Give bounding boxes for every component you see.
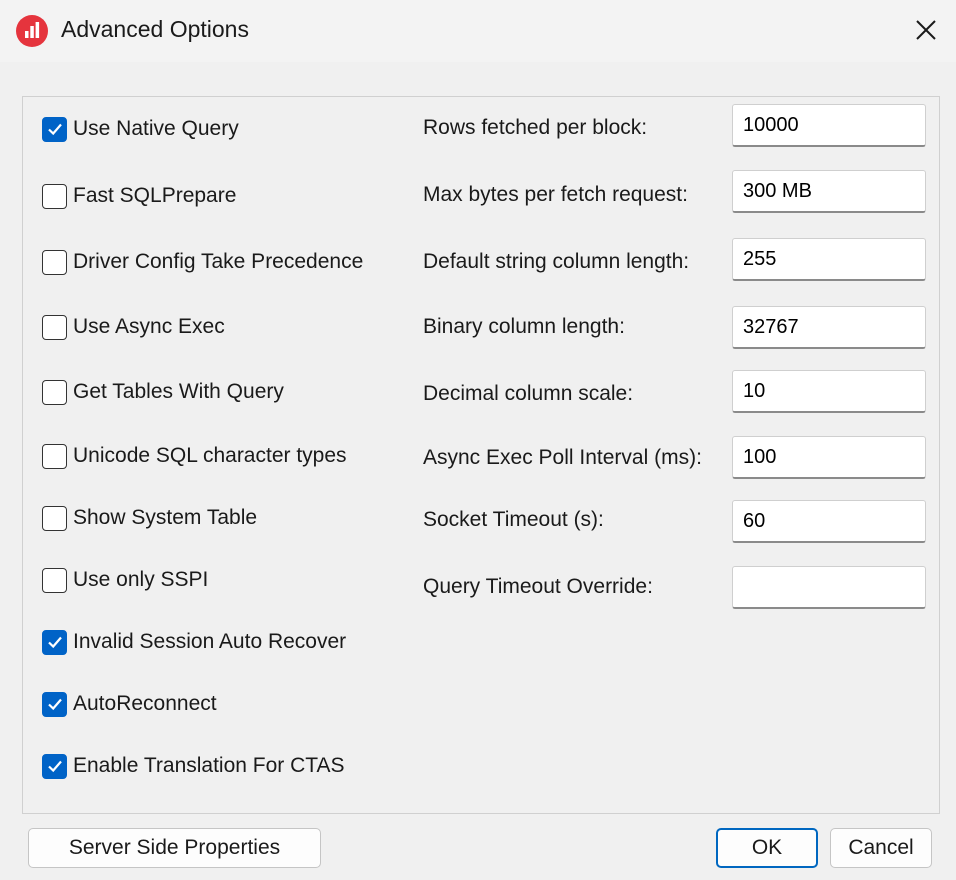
async-exec-poll-interval-input[interactable] [732, 436, 926, 479]
checkbox-box[interactable] [42, 116, 67, 142]
max-bytes-per-fetch-label: Max bytes per fetch request: [423, 183, 688, 206]
checkbox-label: Unicode SQL character types [73, 444, 347, 467]
checkbox-label: Invalid Session Auto Recover [73, 630, 347, 653]
checkbox-use-async-exec[interactable]: Use Async Exec [42, 312, 225, 342]
server-side-properties-button[interactable]: Server Side Properties [28, 828, 321, 868]
ok-button[interactable]: OK [716, 828, 818, 868]
rows-fetched-per-block-input[interactable] [732, 104, 926, 147]
decimal-column-scale-input[interactable] [732, 370, 926, 413]
checkbox-box[interactable] [42, 691, 67, 717]
checkbox-enable-translation-for-ctas[interactable]: Enable Translation For CTAS [42, 751, 345, 781]
checkbox-box[interactable] [42, 314, 67, 340]
checkbox-invalid-session-auto-recover[interactable]: Invalid Session Auto Recover [42, 627, 346, 657]
checkbox-box[interactable] [42, 443, 67, 469]
checkbox-box[interactable] [42, 753, 67, 779]
checkbox-unicode-sql-character-types[interactable]: Unicode SQL character types [42, 441, 347, 471]
checkbox-label: Get Tables With Query [73, 380, 284, 403]
checkmark-icon [47, 698, 62, 711]
window-title: Advanced Options [61, 16, 249, 42]
checkmark-icon [47, 636, 62, 649]
close-button[interactable] [900, 8, 952, 52]
checkbox-box[interactable] [42, 183, 67, 209]
checkbox-driver-config-take-precedence[interactable]: Driver Config Take Precedence [42, 247, 363, 277]
checkmark-icon [47, 123, 62, 136]
checkbox-box[interactable] [42, 567, 67, 593]
checkbox-show-system-table[interactable]: Show System Table [42, 503, 257, 533]
checkbox-box[interactable] [42, 379, 67, 405]
checkbox-box[interactable] [42, 249, 67, 275]
checkbox-autoreconnect[interactable]: AutoReconnect [42, 689, 217, 719]
checkbox-label: AutoReconnect [73, 692, 217, 715]
rows-fetched-per-block-label: Rows fetched per block: [423, 116, 648, 139]
checkbox-label: Driver Config Take Precedence [73, 250, 364, 273]
checkbox-label: Use Async Exec [73, 315, 225, 338]
socket-timeout-input[interactable] [732, 500, 926, 543]
query-timeout-override-label: Query Timeout Override: [423, 575, 653, 598]
default-string-column-length-label: Default string column length: [423, 250, 690, 273]
checkbox-label: Use only SSPI [73, 568, 209, 591]
async-exec-poll-interval-label: Async Exec Poll Interval (ms): [423, 446, 702, 469]
checkbox-use-native-query[interactable]: Use Native Query [42, 114, 239, 144]
checkmark-icon [47, 760, 62, 773]
binary-column-length-input[interactable] [732, 306, 926, 349]
cancel-button[interactable]: Cancel [830, 828, 932, 868]
checkbox-label: Enable Translation For CTAS [73, 754, 345, 777]
checkbox-label: Use Native Query [73, 117, 239, 140]
checkbox-use-only-sspi[interactable]: Use only SSPI [42, 565, 208, 595]
query-timeout-override-input[interactable] [732, 566, 926, 609]
title-bar: Advanced Options [0, 0, 956, 62]
checkbox-label: Show System Table [73, 506, 258, 529]
default-string-column-length-input[interactable] [732, 238, 926, 281]
checkbox-label: Fast SQLPrepare [73, 184, 237, 207]
checkbox-get-tables-with-query[interactable]: Get Tables With Query [42, 377, 284, 407]
checkbox-box[interactable] [42, 629, 67, 655]
decimal-column-scale-label: Decimal column scale: [423, 382, 634, 405]
socket-timeout-label: Socket Timeout (s): [423, 508, 604, 531]
checkbox-box[interactable] [42, 505, 67, 531]
close-icon [916, 20, 936, 40]
binary-column-length-label: Binary column length: [423, 315, 625, 338]
max-bytes-per-fetch-input[interactable] [732, 170, 926, 213]
bar-chart-logo-icon [16, 15, 48, 47]
checkbox-fast-sqlprepare[interactable]: Fast SQLPrepare [42, 181, 236, 211]
